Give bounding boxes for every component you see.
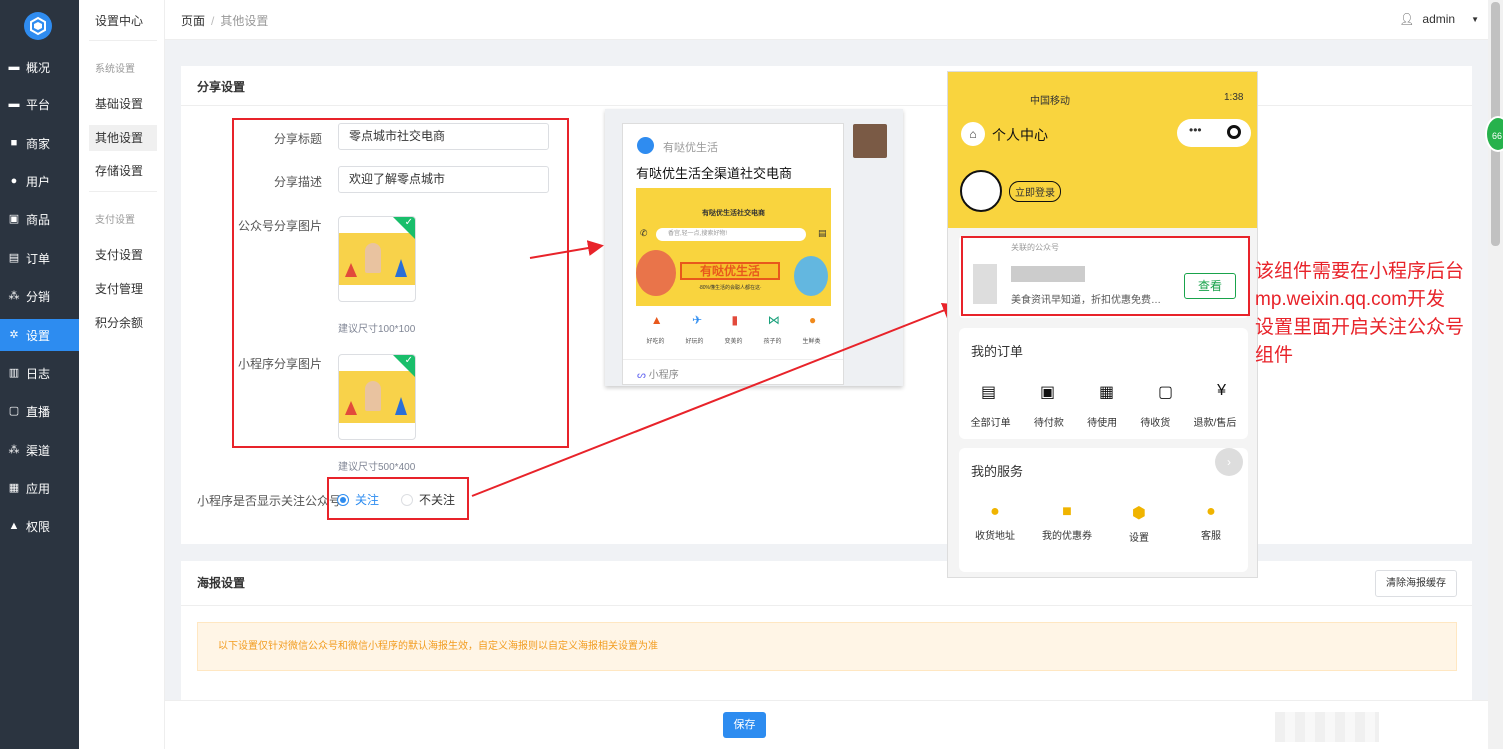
my-orders-panel: 我的订单 ▤ ▣ ▦ ▢ ¥ 全部订单 待付款 待使用 待收货 退款/售后: [959, 328, 1248, 439]
highlight-box: [961, 236, 1250, 316]
poster-settings-card: 海报设置 清除海报缓存 以下设置仅针对微信公众号和微信小程序的默认海报生效，自定…: [181, 561, 1472, 711]
order-entry[interactable]: 全部订单: [971, 414, 1011, 429]
status-carrier: 中国移动: [1030, 96, 1070, 107]
poster-notice: 以下设置仅针对微信公众号和微信小程序的默认海报生效，自定义海报则以自定义海报相关…: [197, 622, 1457, 671]
scrollbar[interactable]: [1488, 0, 1503, 749]
wallet-icon: ▣: [1039, 384, 1056, 401]
divider: [181, 605, 1472, 606]
gear-icon: ⬢: [1132, 505, 1146, 522]
order-entry[interactable]: 退款/售后: [1194, 414, 1237, 429]
close-circle-icon: [1227, 125, 1241, 139]
refund-icon: ¥: [1217, 382, 1226, 399]
service-settings[interactable]: ⬢ 设置: [1109, 503, 1169, 544]
annotation-line: mp.weixin.qq.com开发: [1255, 289, 1446, 310]
section-title: 海报设置: [197, 576, 246, 590]
annotation-line: 组件: [1255, 345, 1294, 366]
service-support[interactable]: ● 客服: [1181, 503, 1241, 542]
service-coupons[interactable]: ■ 我的优惠券: [1037, 503, 1097, 542]
location-icon: ●: [990, 503, 1000, 520]
service-label: 收货地址: [975, 531, 1015, 542]
order-entry[interactable]: 待使用: [1087, 414, 1117, 429]
capsule-menu[interactable]: •••: [1177, 119, 1251, 147]
home-icon[interactable]: ⌂: [961, 122, 985, 146]
chevron-right-icon[interactable]: ›: [1215, 448, 1243, 476]
annotation-note: 该组件需要在小程序后台 mp.weixin.qq.com开发 设置里面开启关注公…: [1255, 258, 1495, 370]
coupon-icon: ■: [1062, 503, 1072, 520]
save-button[interactable]: 保存: [723, 712, 766, 738]
status-time: 1:38: [1224, 92, 1244, 103]
annotation-line: 该组件需要在小程序后台: [1255, 261, 1465, 282]
service-label: 设置: [1129, 533, 1149, 544]
login-button[interactable]: 立即登录: [1009, 181, 1061, 202]
gift-icon: ▦: [1099, 384, 1115, 401]
my-services-panel: 我的服务 › ● 收货地址 ■ 我的优惠券 ⬢ 设置 ● 客服: [959, 448, 1248, 572]
all-orders-icon: ▤: [980, 384, 997, 401]
service-label: 客服: [1201, 531, 1221, 542]
headset-icon: ●: [1206, 503, 1216, 520]
services-title: 我的服务: [971, 464, 1024, 479]
service-address[interactable]: ● 收货地址: [965, 503, 1025, 542]
annotation-line: 设置里面开启关注公众号: [1255, 317, 1465, 338]
phone-screenshot: 中国移动 1:38 ⌂ 个人中心 ••• 立即登录 关联的公众号 美食资讯早知道…: [947, 71, 1258, 578]
order-entry[interactable]: 待收货: [1140, 414, 1170, 429]
avatar: [960, 170, 1002, 212]
phone-header-title: 个人中心: [992, 127, 1048, 143]
order-icons: ▤ ▣ ▦ ▢ ¥: [959, 382, 1248, 402]
more-icon: •••: [1189, 123, 1202, 137]
order-labels: 全部订单 待付款 待使用 待收货 退款/售后: [959, 414, 1248, 429]
orders-title: 我的订单: [971, 344, 1024, 359]
app-root: ▬ 概况 ▬ 平台 ■ 商家 ● 用户 ▣ 商品 ▤ 订单 ⁂ 分销 ✲ 设置 ▥ 日志 ▢ 直播 …: [0, 0, 1503, 749]
blurred-region: [1275, 712, 1379, 742]
service-label: 我的优惠券: [1042, 531, 1092, 542]
order-entry[interactable]: 待付款: [1034, 414, 1064, 429]
clear-poster-cache-button[interactable]: 清除海报缓存: [1375, 570, 1457, 597]
truck-icon: ▢: [1158, 384, 1174, 401]
